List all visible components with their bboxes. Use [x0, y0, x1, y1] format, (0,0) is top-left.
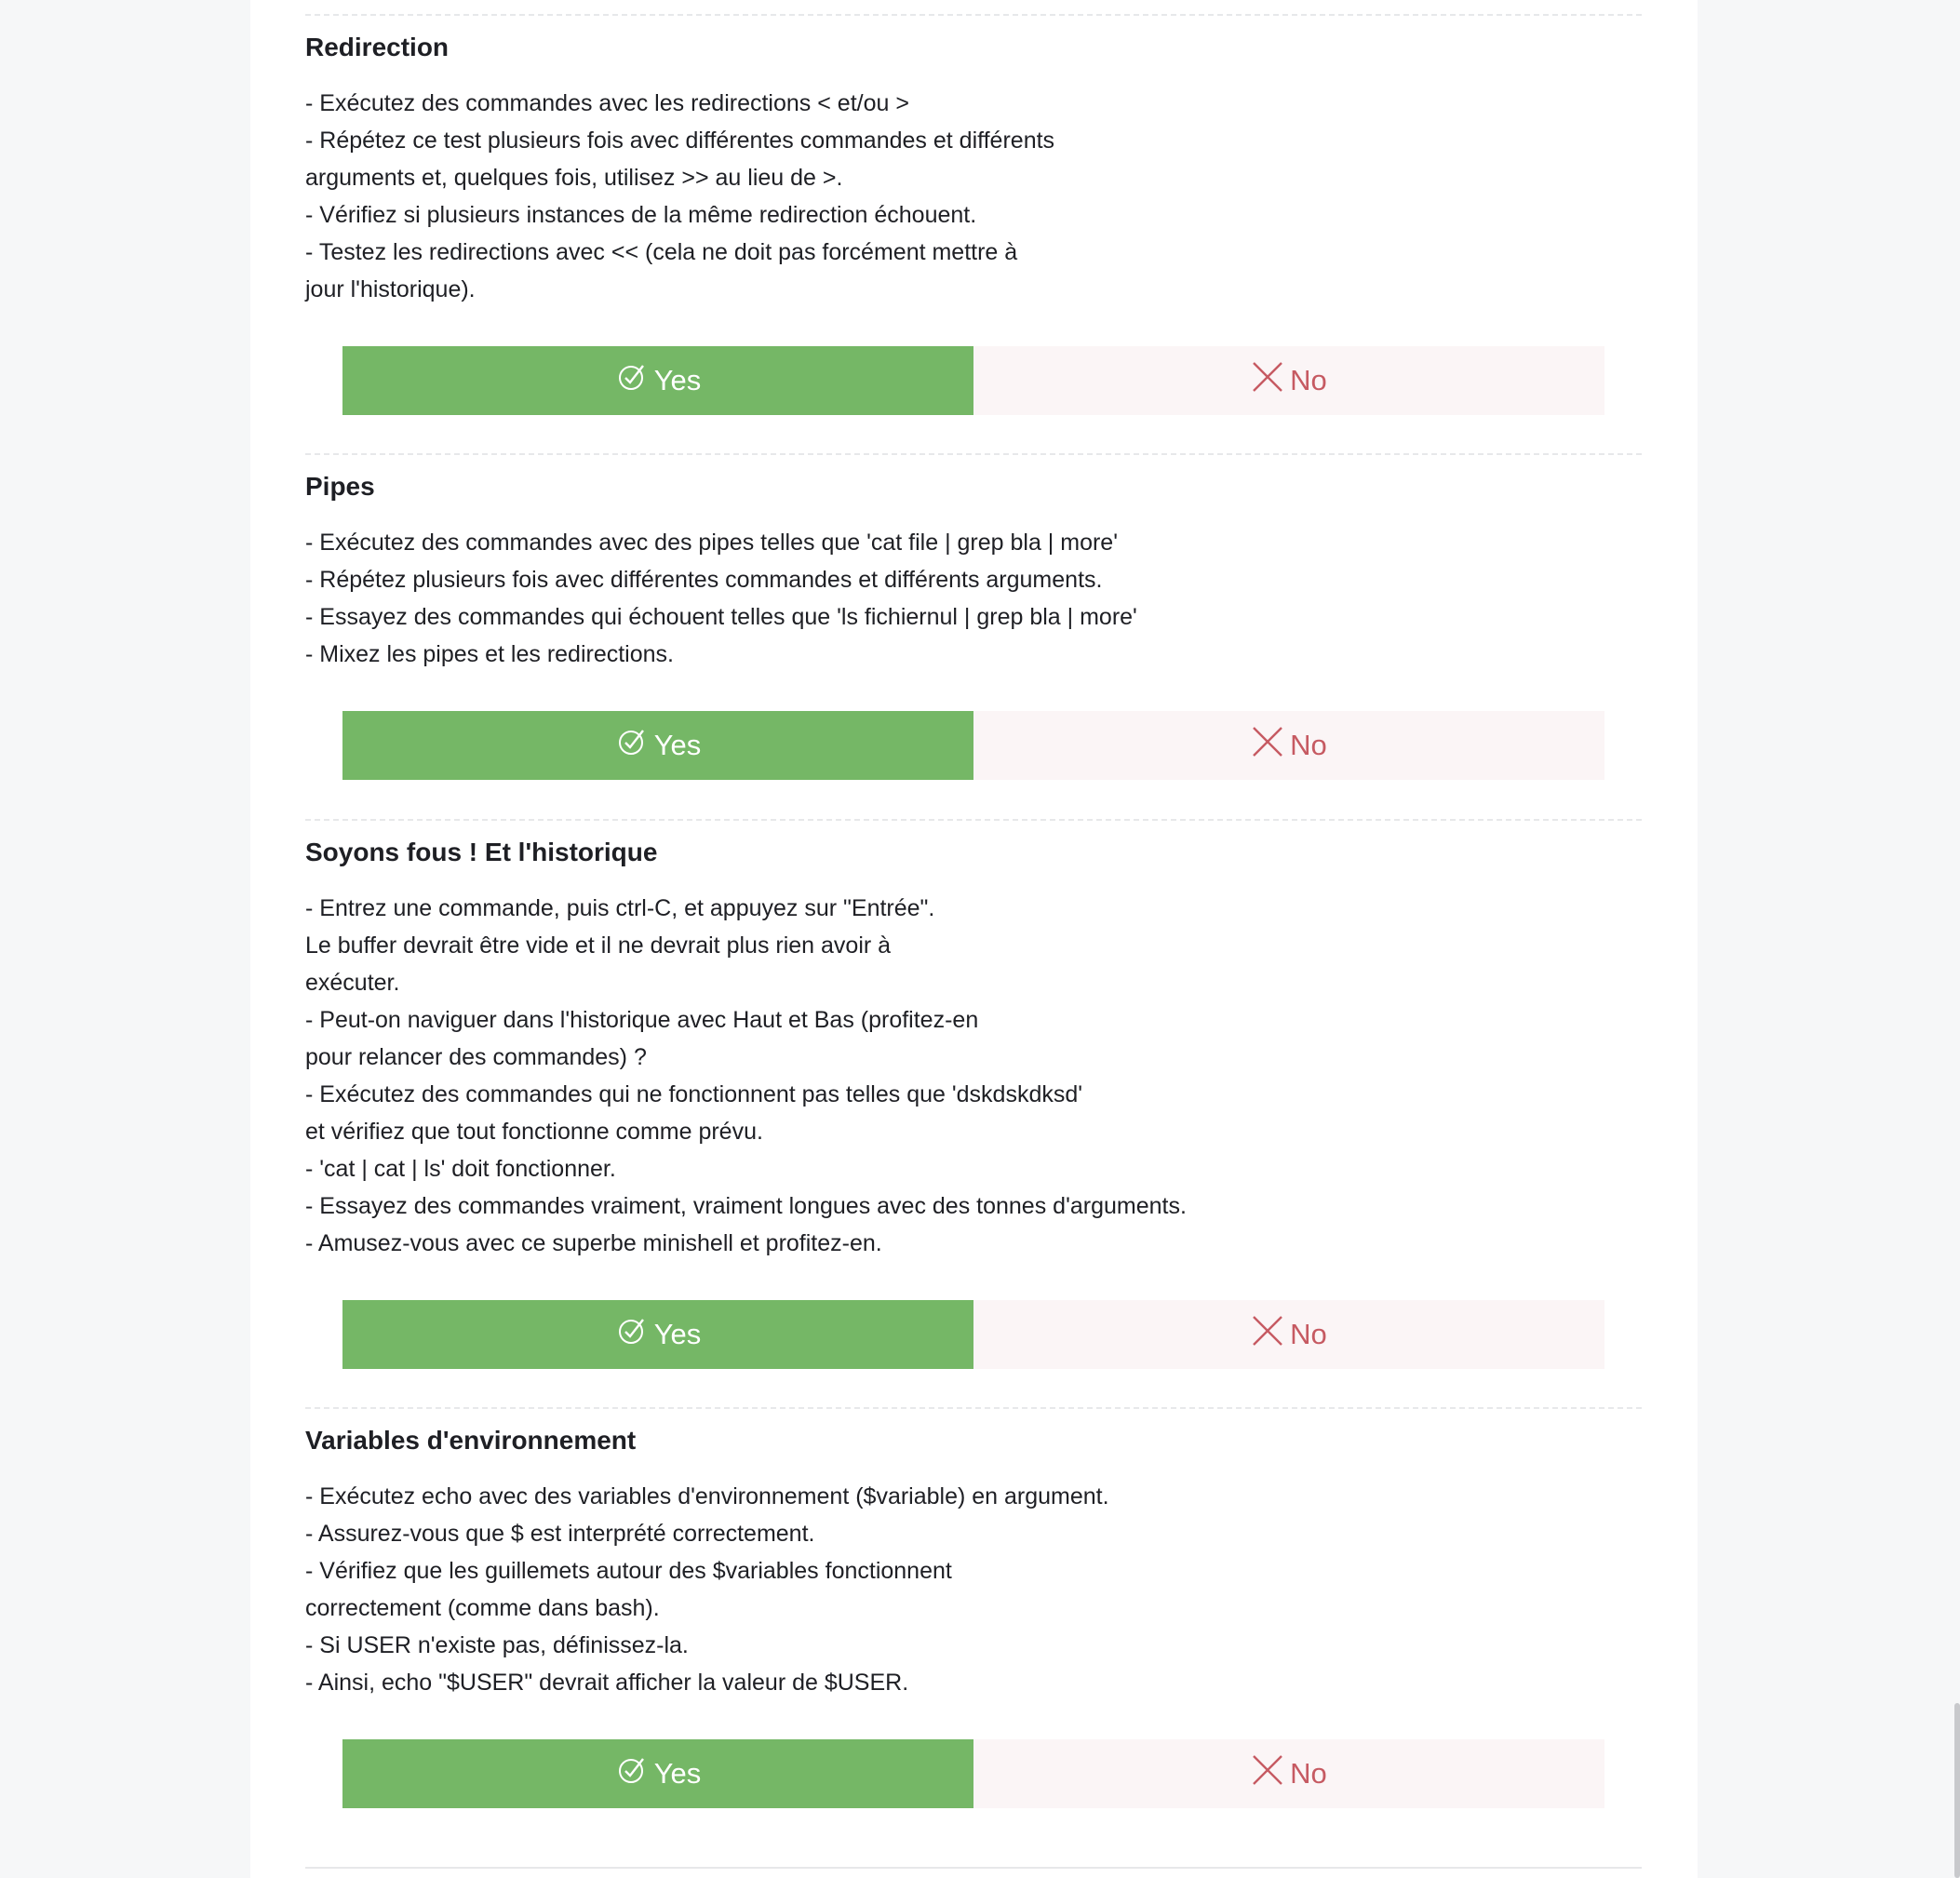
no-label: No [1290, 1318, 1327, 1350]
section-description: - Entrez une commande, puis ctrl-C, et a… [305, 895, 1187, 1256]
section-pipes: Pipes - Exécutez des commandes avec des … [305, 470, 1642, 673]
no-label: No [1290, 364, 1327, 396]
section-description: - Exécutez des commandes avec des pipes … [305, 530, 1137, 667]
x-mark-icon [1251, 725, 1284, 758]
check-circle-icon [615, 360, 649, 394]
yes-label: Yes [653, 729, 702, 761]
section-divider [305, 14, 1642, 16]
yes-button[interactable]: Yes [342, 346, 973, 415]
yes-no-toggle: Yes No [342, 1300, 1604, 1369]
section-title: Soyons fous ! Et l'historique [305, 838, 658, 866]
x-mark-icon [1251, 1753, 1284, 1787]
no-button[interactable]: No [973, 1300, 1604, 1369]
yes-label: Yes [653, 1757, 702, 1790]
section-title: Redirection [305, 33, 450, 61]
check-circle-icon [615, 725, 649, 758]
section-description: - Exécutez echo avec des variables d'env… [305, 1483, 1109, 1696]
section-divider [305, 1867, 1642, 1869]
yes-button[interactable]: Yes [342, 1739, 973, 1808]
x-mark-icon [1251, 1314, 1284, 1348]
yes-button[interactable]: Yes [342, 711, 973, 780]
section-divider [305, 1407, 1642, 1409]
section-divider [305, 453, 1642, 455]
no-button[interactable]: No [973, 346, 1604, 415]
yes-button[interactable]: Yes [342, 1300, 973, 1369]
check-circle-icon [615, 1753, 649, 1787]
section-description: - Exécutez des commandes avec les redire… [305, 90, 1055, 302]
section-redirection: Redirection - Exécutez des commandes ave… [305, 31, 1642, 308]
section-title: Pipes [305, 472, 375, 501]
no-label: No [1290, 1757, 1327, 1790]
section-title: Variables d'environnement [305, 1426, 637, 1455]
x-mark-icon [1251, 360, 1284, 394]
section-env-variables: Variables d'environnement - Exécutez ech… [305, 1424, 1642, 1701]
yes-no-toggle: Yes No [342, 346, 1604, 415]
yes-label: Yes [653, 364, 702, 396]
scrollbar[interactable] [1954, 1703, 1960, 1878]
no-label: No [1290, 729, 1327, 761]
yes-label: Yes [653, 1318, 702, 1350]
section-divider [305, 819, 1642, 821]
check-circle-icon [615, 1314, 649, 1348]
yes-no-toggle: Yes No [342, 1739, 1604, 1808]
no-button[interactable]: No [973, 711, 1604, 780]
section-history: Soyons fous ! Et l'historique - Entrez u… [305, 836, 1642, 1262]
yes-no-toggle: Yes No [342, 711, 1604, 780]
no-button[interactable]: No [973, 1739, 1604, 1808]
